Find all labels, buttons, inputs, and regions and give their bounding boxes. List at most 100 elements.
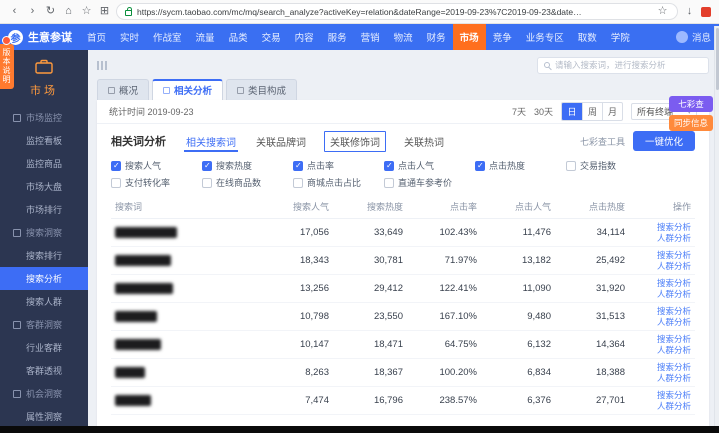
- metric-9[interactable]: 直通车参考价: [384, 174, 475, 191]
- search-analyze-link[interactable]: 搜索分析: [633, 250, 691, 261]
- nav-item-9[interactable]: 物流: [387, 24, 420, 50]
- bookmark-star-icon[interactable]: ☆: [656, 6, 669, 17]
- nav-item-12[interactable]: 竞争: [486, 24, 519, 50]
- nav-item-5[interactable]: 交易: [255, 24, 288, 50]
- sidebar-item-3[interactable]: 市场大盘: [0, 175, 88, 198]
- crowd-analyze-link[interactable]: 人群分析: [633, 233, 691, 244]
- column-header-5[interactable]: 点击热度: [555, 195, 629, 219]
- page-scrollbar[interactable]: [714, 26, 719, 426]
- nav-item-3[interactable]: 流量: [189, 24, 222, 50]
- relation-tab-2[interactable]: 关联修饰词: [324, 131, 386, 152]
- sidebar-item-12[interactable]: 机会洞察: [0, 382, 88, 405]
- metric-2[interactable]: 点击率: [293, 157, 384, 174]
- column-header-3[interactable]: 点击率: [407, 195, 481, 219]
- version-note-label: 版本说明: [2, 48, 11, 84]
- scrollbar-thumb[interactable]: [716, 28, 719, 90]
- sidebar-item-label: 客群洞察: [26, 318, 62, 331]
- avatar[interactable]: [676, 31, 688, 43]
- metric-label: 交易指数: [580, 159, 616, 172]
- column-header-2[interactable]: 搜索热度: [333, 195, 407, 219]
- column-header-6[interactable]: 操作: [629, 195, 695, 219]
- date-granularity-0[interactable]: 日: [562, 103, 582, 120]
- relation-tab-3[interactable]: 关联热词: [402, 131, 446, 152]
- page-tab-2[interactable]: 类目构成: [226, 79, 297, 100]
- sidebar-item-2[interactable]: 监控商品: [0, 152, 88, 175]
- float-button-1[interactable]: 同步信息: [669, 115, 713, 131]
- search-placeholder: 请输入搜索词，进行搜索分析: [555, 59, 666, 71]
- float-button-0[interactable]: 七彩查: [669, 96, 713, 112]
- layout-columns-icon[interactable]: [97, 61, 107, 70]
- menu-group-icon: [13, 229, 21, 237]
- sidebar-item-4[interactable]: 市场排行: [0, 198, 88, 221]
- search-analyze-link[interactable]: 搜索分析: [633, 278, 691, 289]
- nav-item-14[interactable]: 取数: [571, 24, 604, 50]
- nav-item-0[interactable]: 首页: [80, 24, 113, 50]
- metric-1[interactable]: 搜索热度: [202, 157, 293, 174]
- nav-item-10[interactable]: 财务: [420, 24, 453, 50]
- nav-item-11[interactable]: 市场: [453, 24, 486, 50]
- date-granularity-1[interactable]: 周: [582, 103, 602, 120]
- crowd-analyze-link[interactable]: 人群分析: [633, 317, 691, 328]
- keyword-search-box[interactable]: 请输入搜索词，进行搜索分析: [537, 57, 709, 74]
- crowd-analyze-link[interactable]: 人群分析: [633, 261, 691, 272]
- star-icon[interactable]: ☆: [80, 6, 93, 17]
- nav-item-4[interactable]: 品类: [222, 24, 255, 50]
- sidebar-item-8[interactable]: 搜索人群: [0, 290, 88, 313]
- date-quick-0[interactable]: 7天: [512, 105, 526, 118]
- download-icon[interactable]: ↓: [683, 6, 696, 17]
- version-note-badge[interactable]: 版本说明: [0, 44, 14, 89]
- metric-6[interactable]: 支付转化率: [111, 174, 202, 191]
- date-quick-1[interactable]: 30天: [534, 105, 553, 118]
- sidebar-item-6[interactable]: 搜索排行: [0, 244, 88, 267]
- brand-name[interactable]: 生意参谋: [28, 29, 72, 45]
- crowd-analyze-link[interactable]: 人群分析: [633, 373, 691, 384]
- forward-icon[interactable]: ›: [26, 6, 39, 17]
- relation-tab-0[interactable]: 相关搜索词: [184, 131, 238, 152]
- relation-tab-1[interactable]: 关联品牌词: [254, 131, 308, 152]
- page-tab-1[interactable]: 相关分析: [152, 79, 223, 100]
- home-icon[interactable]: ⌂: [62, 6, 75, 17]
- nav-item-8[interactable]: 营销: [354, 24, 387, 50]
- sidebar-item-7[interactable]: 搜索分析: [0, 267, 88, 290]
- search-analyze-link[interactable]: 搜索分析: [633, 390, 691, 401]
- metric-8[interactable]: 商城点击占比: [293, 174, 384, 191]
- apps-grid-icon[interactable]: ⊞: [98, 6, 111, 17]
- column-header-1[interactable]: 搜索人气: [259, 195, 333, 219]
- search-analyze-link[interactable]: 搜索分析: [633, 306, 691, 317]
- metric-5[interactable]: 交易指数: [566, 157, 657, 174]
- page-tab-0[interactable]: 概况: [97, 79, 149, 100]
- nav-item-6[interactable]: 内容: [288, 24, 321, 50]
- crowd-analyze-link[interactable]: 人群分析: [633, 289, 691, 300]
- column-header-4[interactable]: 点击人气: [481, 195, 555, 219]
- sidebar-item-9[interactable]: 客群洞察: [0, 313, 88, 336]
- url-text: https://sycm.taobao.com/mc/mq/search_ana…: [137, 7, 651, 17]
- one-key-optimize-button[interactable]: 一键优化: [633, 131, 695, 151]
- sidebar-item-5[interactable]: 搜索洞察: [0, 221, 88, 244]
- sidebar-item-13[interactable]: 属性洞察: [0, 405, 88, 428]
- nav-item-1[interactable]: 实时: [113, 24, 146, 50]
- messages-link[interactable]: 消息: [692, 30, 711, 44]
- nav-item-7[interactable]: 服务: [321, 24, 354, 50]
- address-bar[interactable]: https://sycm.taobao.com/mc/mq/search_ana…: [116, 3, 678, 20]
- column-header-0[interactable]: 搜索词: [111, 195, 259, 219]
- crowd-analyze-link[interactable]: 人群分析: [633, 345, 691, 356]
- metric-4[interactable]: 点击热度: [475, 157, 566, 174]
- refresh-icon[interactable]: ↻: [44, 6, 57, 17]
- metric-3[interactable]: 点击人气: [384, 157, 475, 174]
- back-icon[interactable]: ‹: [8, 6, 21, 17]
- sidebar-item-11[interactable]: 客群透视: [0, 359, 88, 382]
- crowd-analyze-link[interactable]: 人群分析: [633, 401, 691, 412]
- metric-7[interactable]: 在线商品数: [202, 174, 293, 191]
- sidebar-item-1[interactable]: 监控看板: [0, 129, 88, 152]
- nav-item-15[interactable]: 学院: [604, 24, 637, 50]
- search-analyze-link[interactable]: 搜索分析: [633, 362, 691, 373]
- nav-item-2[interactable]: 作战室: [146, 24, 189, 50]
- metric-0[interactable]: 搜索人气: [111, 157, 202, 174]
- date-granularity-2[interactable]: 月: [602, 103, 622, 120]
- sidebar-item-0[interactable]: 市场监控: [0, 106, 88, 129]
- sidebar-item-10[interactable]: 行业客群: [0, 336, 88, 359]
- nav-item-13[interactable]: 业务专区: [519, 24, 571, 50]
- search-analyze-link[interactable]: 搜索分析: [633, 334, 691, 345]
- search-analyze-link[interactable]: 搜索分析: [633, 222, 691, 233]
- extension-icon[interactable]: [701, 7, 711, 17]
